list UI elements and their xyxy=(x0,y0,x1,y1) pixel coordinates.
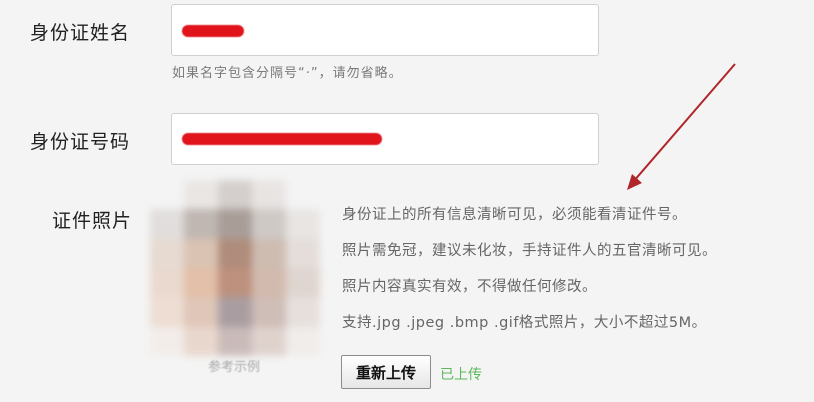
arrow-annotation-icon xyxy=(627,63,736,190)
